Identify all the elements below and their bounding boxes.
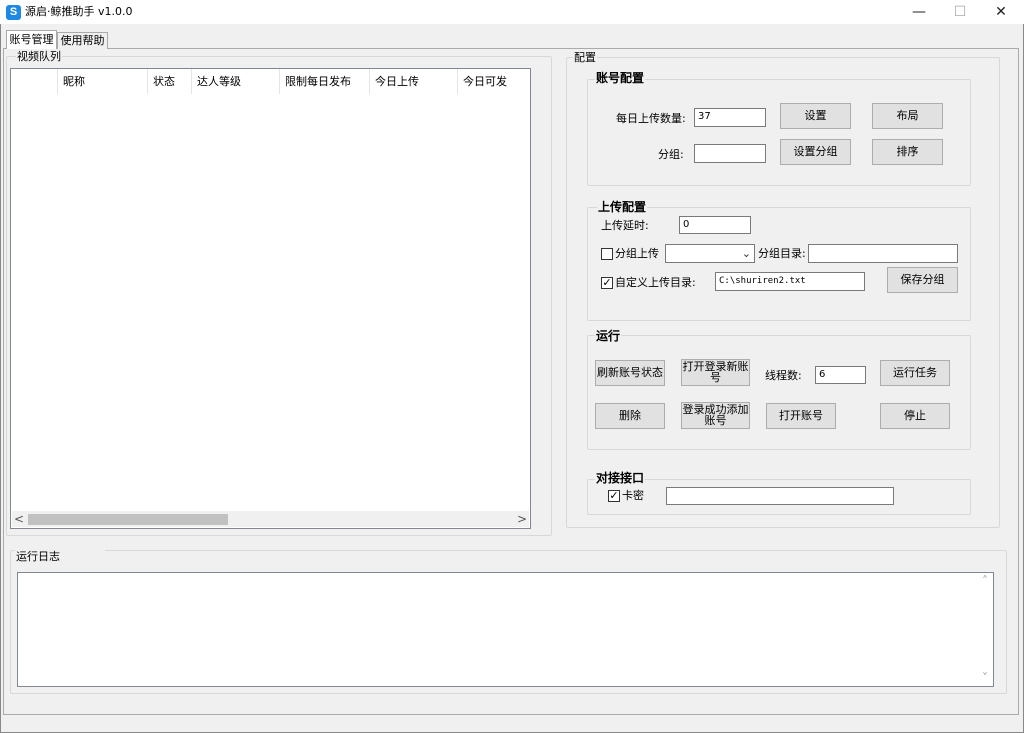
maximize-button[interactable]: ☐ [937,0,983,24]
refresh-status-button[interactable]: 刷新账号状态 [595,360,665,386]
column-header-level[interactable]: 达人等级 [191,69,280,94]
run-title: 运行 [595,329,622,343]
tab-help[interactable]: 使用帮助 [57,32,108,49]
group-upload-select[interactable]: ⌄ [665,244,755,263]
api-title: 对接接口 [595,471,646,485]
group-upload-label: 分组上传 [615,247,659,260]
set-button[interactable]: 设置 [780,103,851,129]
daily-upload-label: 每日上传数量: [616,112,686,125]
upload-delay-input[interactable]: 0 [679,216,751,234]
vertical-scrollbar[interactable]: ˄ ˅ [977,573,993,686]
config-title: 配置 [573,51,597,64]
layout-button[interactable]: 布局 [872,103,943,129]
card-key-input[interactable] [666,487,894,505]
run-task-button[interactable]: 运行任务 [880,360,950,386]
account-config-group [587,79,971,186]
group-dir-label: 分组目录: [758,247,806,260]
threads-input[interactable]: 6 [815,366,866,384]
daily-upload-input[interactable]: 37 [694,108,766,127]
delete-button[interactable]: 删除 [595,403,665,429]
scroll-down-icon[interactable]: ˅ [978,670,992,686]
stop-button[interactable]: 停止 [880,403,950,429]
column-header-daily-limit[interactable]: 限制每日发布 [279,69,370,94]
group-dir-input[interactable] [808,244,958,263]
run-log-textarea[interactable]: ˄ ˅ [17,572,994,687]
save-group-button[interactable]: 保存分组 [887,267,958,293]
upload-config-title: 上传配置 [597,200,648,214]
login-add-account-button[interactable]: 登录成功添加账号 [681,402,750,429]
scroll-thumb[interactable] [28,514,228,525]
chevron-down-icon: ⌄ [741,247,751,260]
run-group [587,335,971,450]
video-queue-title: 视频队列 [16,50,62,63]
horizontal-scrollbar[interactable]: < > [12,511,529,527]
group-input[interactable] [694,144,766,163]
video-queue-list[interactable]: 昵称 状态 达人等级 限制每日发布 今日上传 今日可发 < > [10,68,531,529]
custom-dir-input[interactable]: C:\shuriren2.txt [715,272,865,291]
set-group-button[interactable]: 设置分组 [780,139,851,165]
threads-label: 线程数: [765,369,802,382]
window-title: 源启·鲸推助手 v1.0.0 [25,5,133,18]
column-header-today-available[interactable]: 今日可发 [457,69,530,94]
card-key-checkbox[interactable]: ✓ [608,490,620,502]
tab-account-management[interactable]: 账号管理 [6,30,57,49]
run-log-title: 运行日志 [15,550,105,564]
column-header-today-upload[interactable]: 今日上传 [369,69,458,94]
open-account-button[interactable]: 打开账号 [766,403,836,429]
close-button[interactable]: ✕ [978,0,1024,24]
title-bar: S 源启·鲸推助手 v1.0.0 — ☐ ✕ [0,0,1024,24]
group-label: 分组: [658,148,684,161]
app-logo-icon: S [6,5,21,20]
upload-delay-label: 上传延时: [601,219,649,232]
minimize-button[interactable]: — [896,0,942,24]
column-header-status[interactable]: 状态 [147,69,192,94]
card-key-label: 卡密 [622,489,644,502]
account-config-title: 账号配置 [595,71,646,85]
column-header-nickname[interactable]: 昵称 [57,69,148,94]
scroll-up-icon[interactable]: ˄ [978,573,992,589]
custom-dir-checkbox[interactable]: ✓ [601,277,613,289]
group-upload-checkbox[interactable] [601,248,613,260]
open-login-new-account-button[interactable]: 打开登录新账号 [681,359,750,386]
sort-button[interactable]: 排序 [872,139,943,165]
scroll-right-icon[interactable]: > [515,511,529,527]
scroll-left-icon[interactable]: < [12,511,26,527]
custom-dir-label: 自定义上传目录: [615,276,696,289]
column-header-blank[interactable] [11,69,58,94]
